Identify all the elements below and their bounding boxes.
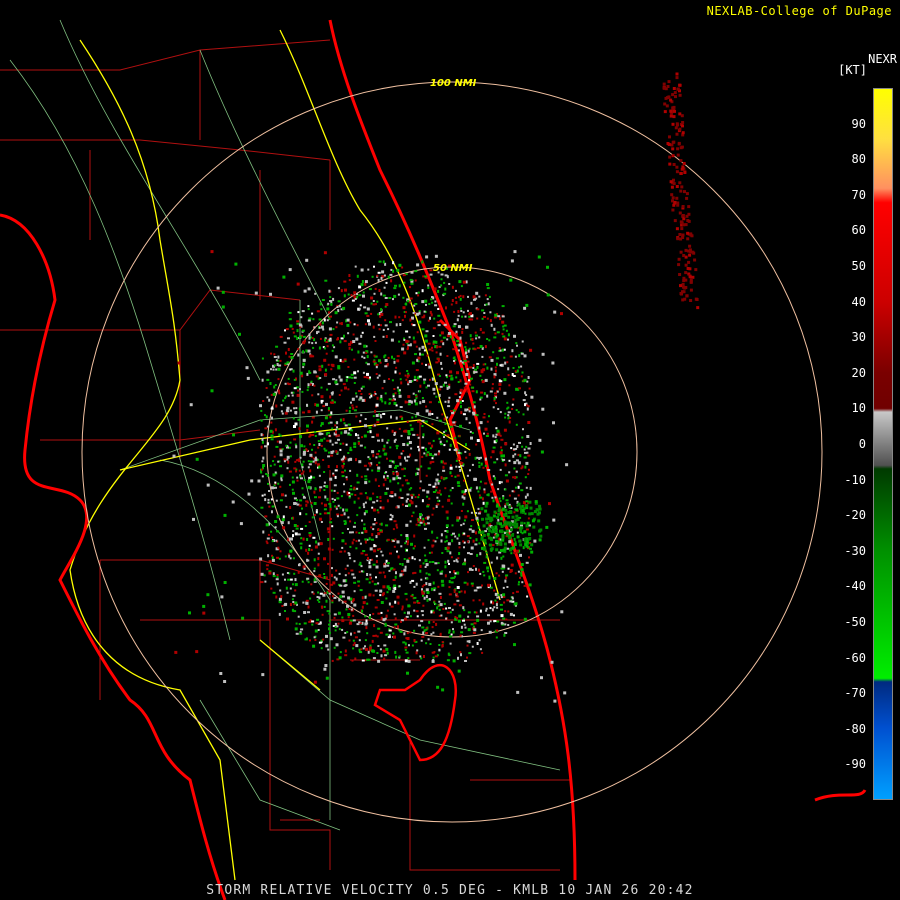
product-label: STORM RELATIVE VELOCITY 0.5 DEG - KMLB 1… <box>206 883 694 898</box>
legend-tick: -90 <box>844 757 866 772</box>
velocity-color-scale <box>873 88 893 800</box>
legend-title: NEXR <box>868 52 897 66</box>
legend-tick: 50 <box>851 259 866 273</box>
legend-tick: -20 <box>844 508 866 523</box>
credit-label: NEXLAB-College of DuPage <box>706 4 892 18</box>
range-ring-label-100: 100 NMI <box>430 78 477 89</box>
legend-tick: 20 <box>851 365 866 380</box>
legend-tick: -70 <box>844 686 866 701</box>
legend-tick: -10 <box>844 472 866 487</box>
legend-tick: -60 <box>844 650 866 665</box>
legend-tick: 60 <box>851 223 866 238</box>
legend-tick: 90 <box>851 116 866 131</box>
legend-tick: 30 <box>851 330 866 345</box>
legend-tick: 40 <box>851 294 866 309</box>
range-ring-100 <box>81 81 823 823</box>
legend-unit: [KT] <box>838 63 867 77</box>
coastline <box>0 19 867 900</box>
legend-tick: -50 <box>844 615 866 629</box>
legend-tick: 70 <box>851 187 866 202</box>
legend-tick: 80 <box>851 152 866 167</box>
legend-tick: 10 <box>851 401 866 416</box>
velocity-returns <box>172 72 700 703</box>
legend-tick: -40 <box>844 579 866 594</box>
radar-map: 100 NMI 50 NMI <box>0 19 867 900</box>
range-rings <box>81 81 823 823</box>
legend-tick: 0 <box>858 437 866 451</box>
legend-tick: -30 <box>844 543 866 558</box>
legend-tick: -80 <box>844 721 866 736</box>
range-ring-label-50: 50 NMI <box>433 263 473 274</box>
